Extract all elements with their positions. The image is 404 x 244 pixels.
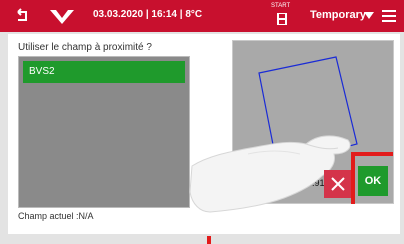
pointing-hand-illustration [189,135,351,213]
mode-selector[interactable]: Temporary [310,9,366,21]
back-icon[interactable] [12,6,32,26]
chevron-down-icon[interactable] [364,12,374,20]
brand-logo-icon [50,10,74,24]
field-list[interactable]: BVS2 [18,56,190,208]
list-item[interactable]: BVS2 [23,61,185,83]
datetime-weather: 03.03.2020 | 16:14 | 8°C [93,9,203,20]
save-disk-icon [277,13,287,25]
menu-icon[interactable] [382,10,396,22]
close-icon [331,177,345,191]
start-label: START [271,3,291,9]
top-bar: 03.03.2020 | 16:14 | 8°C START Temporary [0,0,404,32]
ok-button[interactable]: OK [358,166,388,196]
dialog-prompt: Utiliser le champ à proximité ? [18,42,152,53]
start-button[interactable]: START [268,2,298,30]
cancel-button[interactable] [324,170,352,198]
highlight-marker [207,236,211,244]
current-field-label: Champ actuel :N/A [18,211,94,221]
